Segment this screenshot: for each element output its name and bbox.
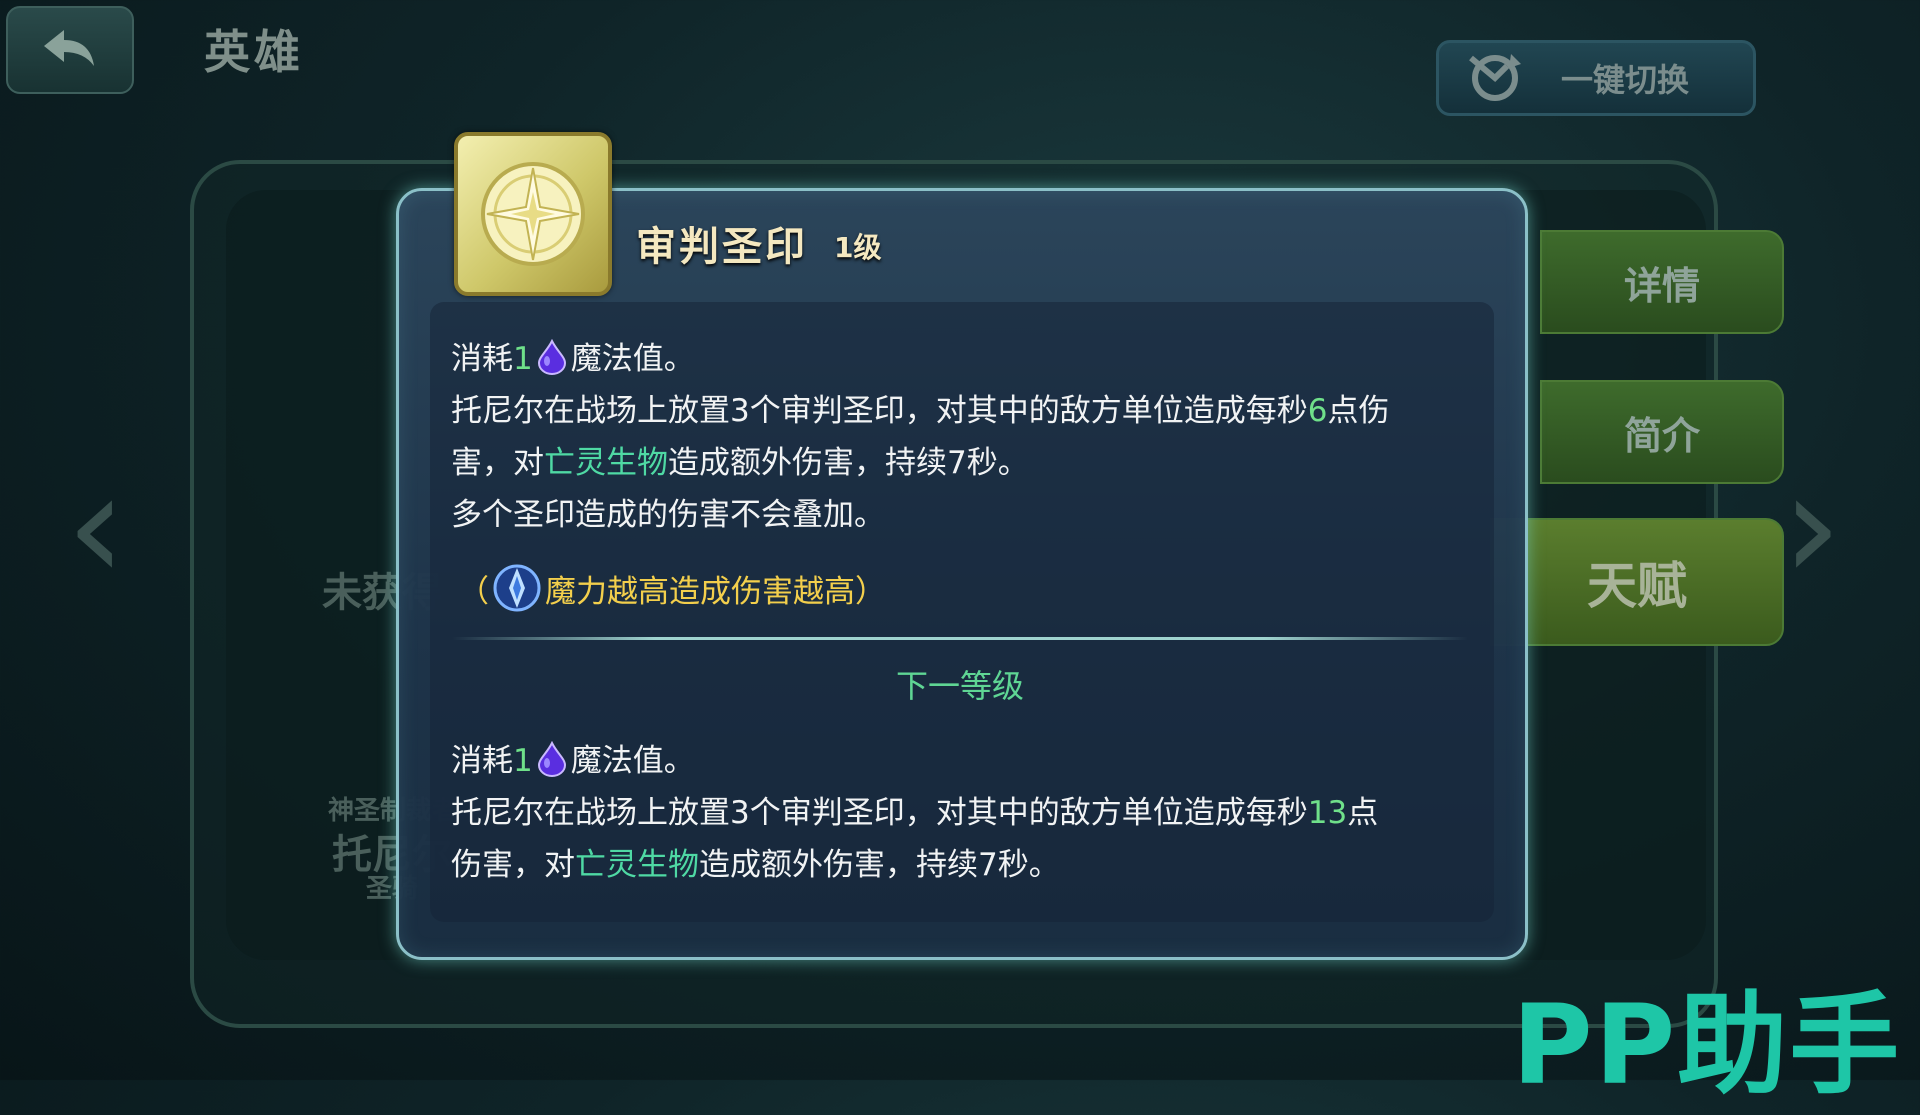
level-divider [452,637,1468,640]
current-cost-line: 消耗1 魔法值。 [451,339,695,377]
tab-details[interactable]: 详情 [1540,230,1784,334]
watermark-logo: PP助手 [1512,981,1902,1109]
current-effect-line-1: 托尼尔在战场上放置3个审判圣印，对其中的敌方单位造成每秒6点伤 [451,393,1390,429]
back-arrow-icon [38,24,102,76]
back-button[interactable] [6,6,134,94]
next-cost-line: 消耗1 魔法值。 [451,741,695,779]
tab-talent[interactable]: 天赋 [1490,518,1784,646]
mana-drop-icon [537,741,566,777]
prev-hero-arrow[interactable]: ‹ [66,440,126,614]
switch-icon [1461,46,1531,110]
next-hero-arrow[interactable]: › [1782,440,1842,614]
magic-scaling-note: （魔力越高造成伤害越高） [458,562,886,614]
current-effect-line-2: 害，对亡灵生物造成额外伤害，持续7秒。 [451,445,1029,481]
tab-intro[interactable]: 简介 [1540,380,1784,484]
skill-level: 1级 [834,231,882,264]
next-effect-line-2: 伤害，对亡灵生物造成额外伤害，持续7秒。 [451,847,1060,883]
skill-name: 审判圣印 [636,224,808,270]
switch-label: 一键切换 [1561,61,1690,99]
page-title: 英雄 [204,25,304,79]
mana-drop-icon [537,339,566,375]
next-effect-line-1: 托尼尔在战场上放置3个审判圣印，对其中的敌方单位造成每秒13点 [451,795,1379,831]
one-key-switch-button[interactable]: 一键切换 [1436,40,1756,116]
compass-seal-icon [454,132,612,296]
magic-power-icon [493,564,541,612]
current-effect-line-3: 多个圣印造成的伤害不会叠加。 [451,497,885,533]
next-level-heading: 下一等级 [895,667,1024,705]
